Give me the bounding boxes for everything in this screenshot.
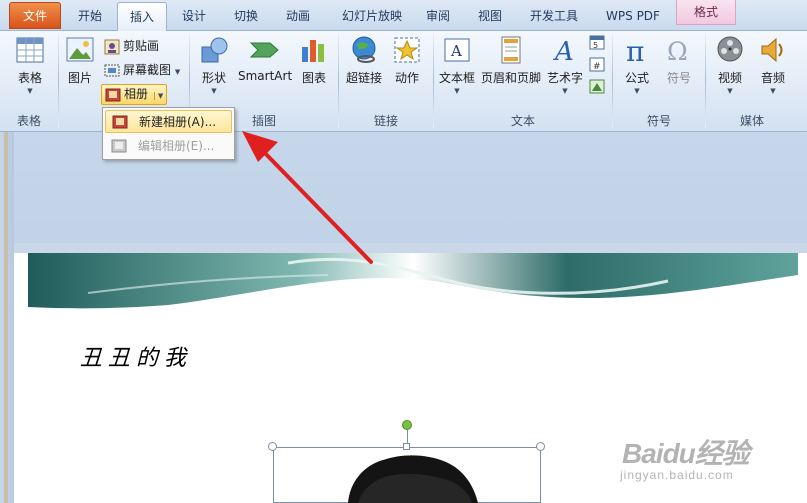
resize-handle-top-right[interactable] [536, 442, 545, 451]
svg-text:A: A [553, 37, 574, 65]
group-label-links: 链接 [373, 114, 398, 128]
tab-wps-pdf[interactable]: WPS PDF [597, 2, 669, 31]
tab-view[interactable]: 视图 [468, 2, 512, 31]
group-label-table: 表格 [16, 114, 41, 128]
symbol-button[interactable]: Ω 符号 [660, 35, 698, 86]
slide-title-text[interactable]: 丑丑的我 [80, 340, 192, 372]
header-footer-icon [501, 36, 521, 64]
screenshot-icon [104, 64, 120, 76]
chart-icon [302, 40, 324, 62]
album-dropdown-menu: 新建相册(A)... 编辑相册(E)... [102, 107, 235, 160]
chevron-down-icon: ▼ [727, 87, 733, 95]
object-button[interactable] [588, 78, 606, 97]
portrait-photo [348, 455, 478, 503]
chevron-down-icon: ▼ [634, 87, 640, 95]
slide-number-button[interactable]: # [588, 56, 606, 75]
tab-file[interactable]: 文件 [9, 2, 61, 29]
chevron-down-icon[interactable]: ▼ [153, 92, 164, 100]
action-button[interactable]: 动作 [390, 35, 424, 86]
svg-text:5: 5 [593, 41, 598, 50]
group-label-media: 媒体 [739, 114, 764, 128]
shapes-icon [201, 37, 228, 63]
chevron-down-icon: ▼ [27, 87, 33, 95]
video-button[interactable]: 视频 ▼ [710, 35, 750, 96]
chevron-down-icon: ▼ [174, 68, 181, 76]
clipart-icon [104, 39, 120, 54]
smartart-button[interactable]: SmartArt [238, 35, 292, 83]
slide-wave-banner [28, 253, 798, 309]
hyperlink-button[interactable]: 超链接 [343, 35, 385, 86]
table-icon [16, 37, 44, 63]
pane-splitter[interactable] [4, 132, 8, 503]
menu-item-new-album[interactable]: 新建相册(A)... [105, 110, 232, 133]
svg-text:A: A [450, 42, 462, 60]
tab-format[interactable]: 格式 [676, 0, 736, 25]
tab-home[interactable]: 开始 [68, 2, 112, 31]
wordart-icon: A [553, 37, 574, 65]
chevron-down-icon: ▼ [770, 87, 776, 95]
watermark-brand-text: Baidu经验 [622, 438, 750, 469]
film-reel-icon [717, 36, 743, 62]
tab-transitions[interactable]: 切换 [224, 2, 268, 31]
svg-text:Ω: Ω [667, 37, 688, 65]
header-footer-button[interactable]: 页眉和页脚 [479, 35, 543, 86]
screenshot-button[interactable]: 屏幕截图 ▼ [104, 60, 180, 80]
new-album-icon [112, 115, 128, 129]
chevron-down-icon: ▼ [562, 87, 568, 95]
tab-developer[interactable]: 开发工具 [520, 2, 588, 31]
shapes-button[interactable]: 形状 ▼ [196, 35, 232, 96]
tab-design[interactable]: 设计 [172, 2, 216, 31]
baidu-jingyan-watermark: Baidu经验 jingyan.baidu.com [612, 432, 772, 492]
clipart-button[interactable]: 剪贴画 [104, 36, 159, 56]
watermark-url-text: jingyan.baidu.com [620, 468, 734, 482]
speaker-icon [761, 37, 783, 63]
menu-item-edit-album[interactable]: 编辑相册(E)... [105, 135, 232, 158]
svg-text:π: π [626, 35, 644, 65]
hyperlink-globe-icon [352, 36, 376, 63]
picture-icon [66, 37, 94, 62]
album-button[interactable]: 相册 ▼ [101, 84, 168, 105]
resize-handle-top[interactable] [403, 443, 410, 450]
textbox-icon: A [444, 38, 470, 62]
object-icon [589, 79, 605, 94]
date-time-button[interactable]: 5 [588, 34, 606, 53]
audio-button[interactable]: 音频 ▼ [754, 35, 792, 96]
tab-slideshow[interactable]: 幻灯片放映 [332, 2, 412, 31]
chevron-down-icon: ▼ [454, 87, 460, 95]
tab-insert[interactable]: 插入 [117, 2, 167, 32]
chevron-down-icon: ▼ [211, 87, 217, 95]
ribbon-tab-bar: 文件 开始 插入 设计 切换 动画 幻灯片放映 审阅 视图 开发工具 WPS P… [0, 0, 807, 32]
textbox-button[interactable]: A 文本框 ▼ [437, 35, 477, 96]
picture-button[interactable]: 图片 [62, 35, 98, 86]
resize-handle-top-left[interactable] [268, 442, 277, 451]
action-star-icon [394, 37, 420, 63]
group-label-symbols: 符号 [646, 114, 671, 128]
tab-review[interactable]: 审阅 [418, 2, 458, 31]
table-button[interactable]: 表格 ▼ [8, 35, 52, 96]
group-divider [58, 34, 59, 128]
pi-equation-icon: π [626, 35, 644, 65]
smartart-icon [249, 42, 279, 58]
slide-number-icon: # [589, 57, 605, 72]
calendar-icon: 5 [589, 35, 605, 50]
omega-symbol-icon: Ω [667, 37, 688, 65]
group-label-text: 文本 [510, 114, 535, 128]
rotation-handle[interactable] [402, 420, 412, 430]
equation-button[interactable]: π 公式 ▼ [618, 35, 656, 96]
edit-album-icon [111, 139, 127, 153]
tab-animations[interactable]: 动画 [276, 2, 320, 31]
svg-text:#: # [593, 62, 601, 72]
wordart-button[interactable]: A 艺术字 ▼ [545, 35, 585, 96]
photo-album-icon [105, 88, 121, 101]
chart-button[interactable]: 图表 [297, 35, 331, 86]
